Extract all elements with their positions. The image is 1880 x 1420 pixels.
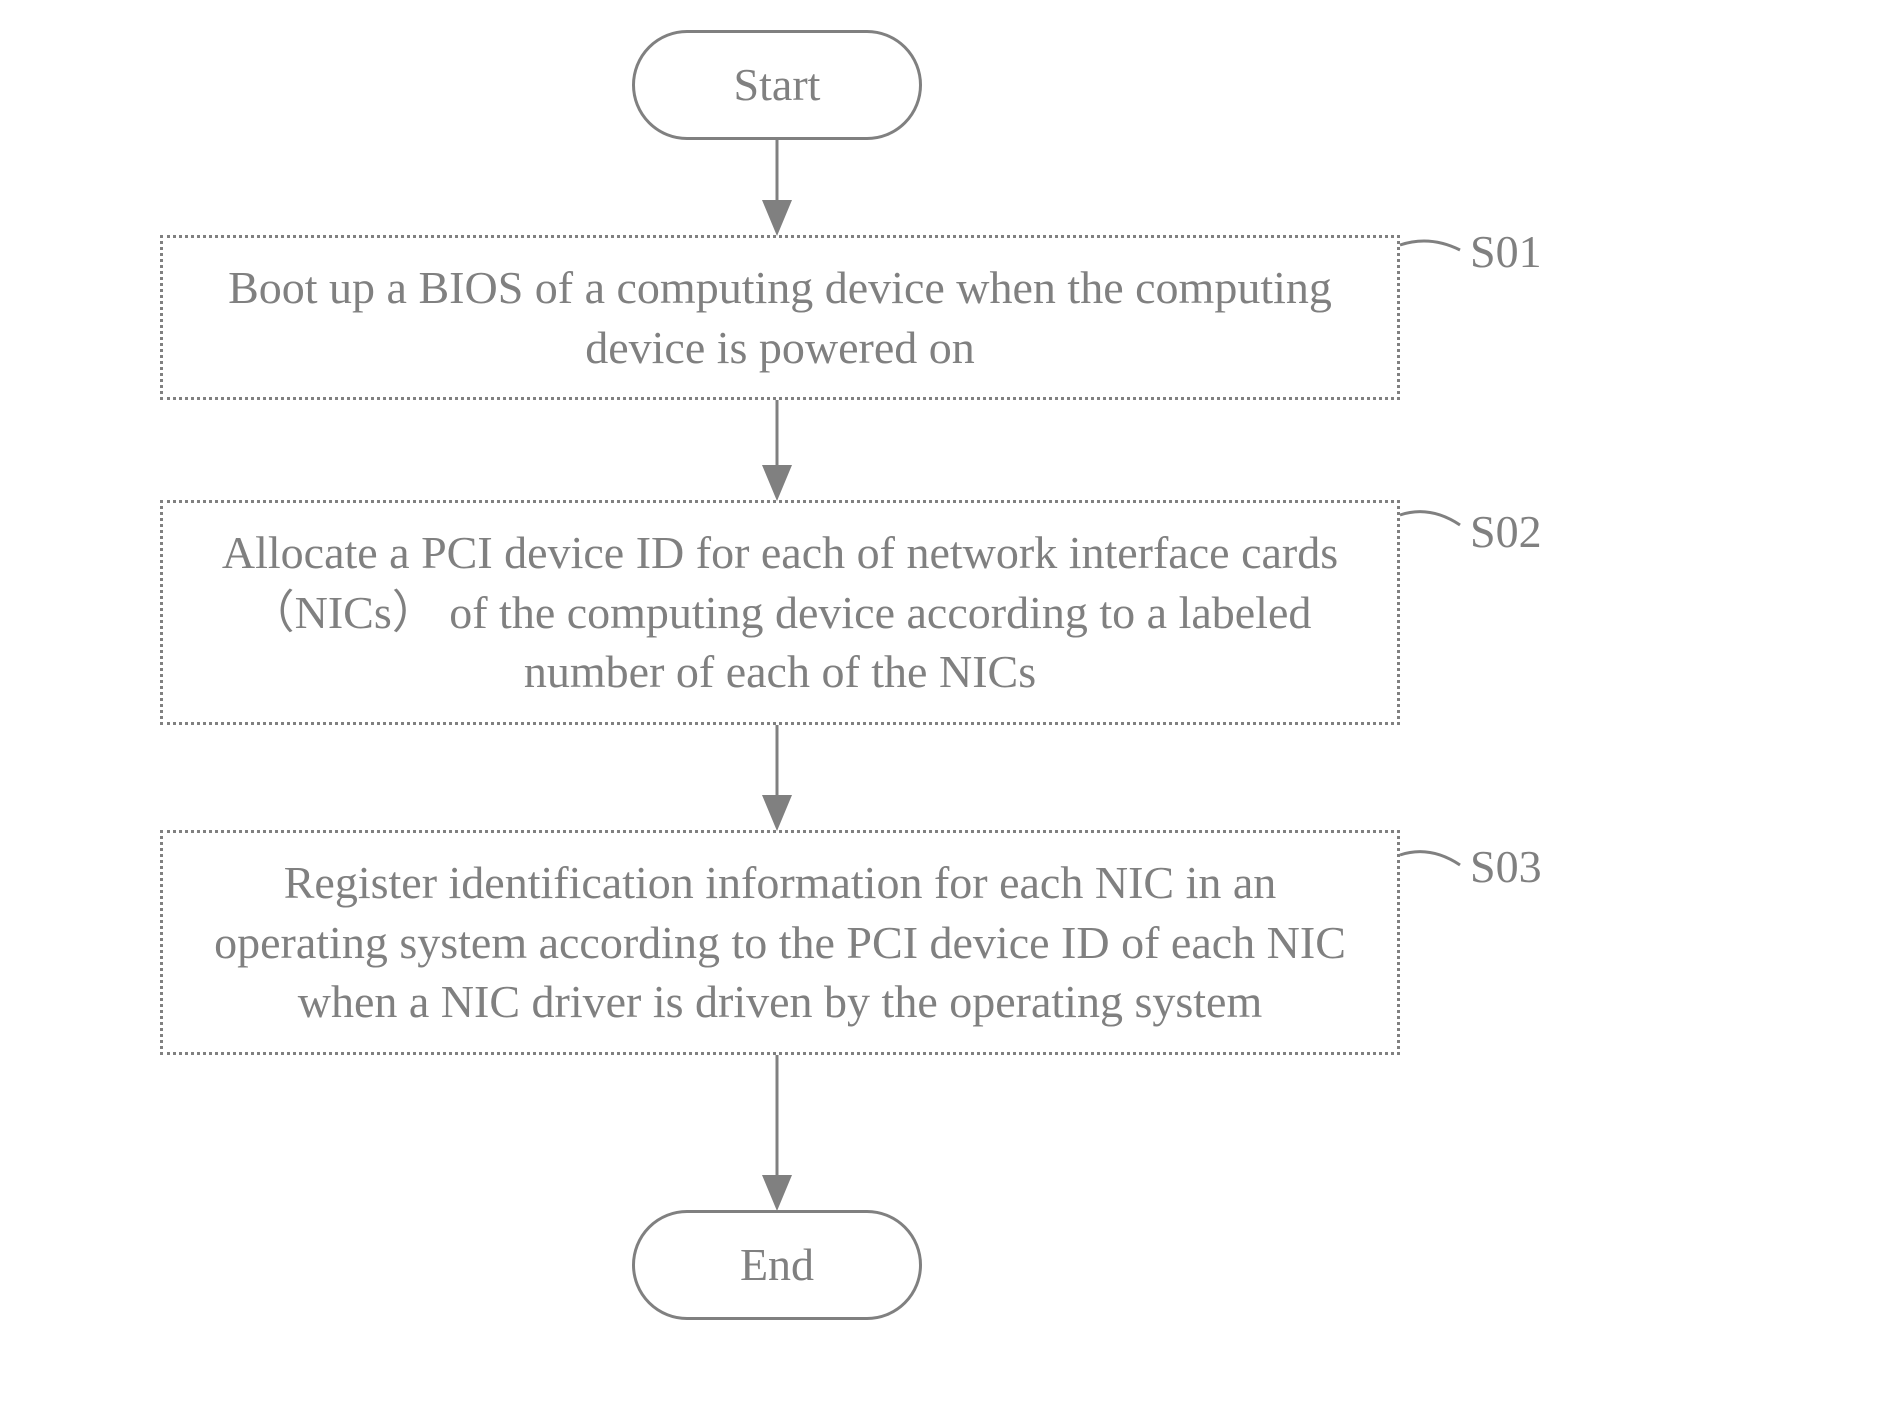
step-2-text: Allocate a PCI device ID for each of net… — [203, 523, 1357, 702]
step-3-text: Register identification information for … — [203, 853, 1357, 1032]
flowchart-canvas: Start Boot up a BIOS of a computing devi… — [0, 0, 1880, 1420]
step-2-label: S02 — [1470, 505, 1542, 558]
step-1-box: Boot up a BIOS of a computing device whe… — [160, 235, 1400, 400]
start-label: Start — [734, 55, 821, 115]
start-terminal: Start — [632, 30, 922, 140]
step-2-box: Allocate a PCI device ID for each of net… — [160, 500, 1400, 725]
step-3-box: Register identification information for … — [160, 830, 1400, 1055]
end-label: End — [740, 1235, 814, 1295]
step-1-label: S01 — [1470, 225, 1542, 278]
end-terminal: End — [632, 1210, 922, 1320]
step-3-label: S03 — [1470, 840, 1542, 893]
step-1-text: Boot up a BIOS of a computing device whe… — [203, 258, 1357, 378]
